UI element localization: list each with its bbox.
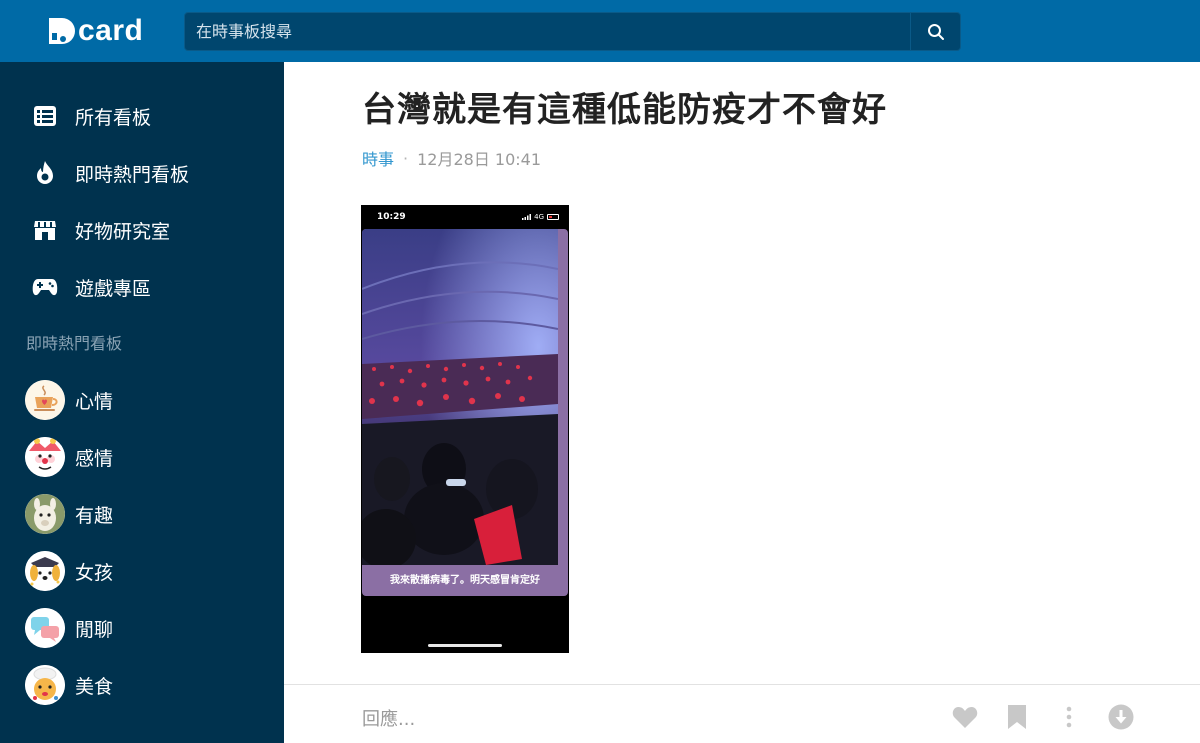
logo-text: card <box>78 14 144 47</box>
nav-trending-forums[interactable]: 即時熱門看板 <box>0 148 284 198</box>
board-relationship[interactable]: 感情 <box>0 432 284 482</box>
post-meta: 時事 · 12月28日 10:41 <box>362 146 541 170</box>
heart-icon[interactable] <box>951 703 979 731</box>
board-label: 感情 <box>75 447 114 470</box>
nav-label: 好物研究室 <box>75 220 171 243</box>
nav-all-forums[interactable]: 所有看板 <box>0 91 284 141</box>
dog-avatar <box>25 551 65 591</box>
download-icon[interactable] <box>1107 703 1135 731</box>
gamepad-icon <box>32 274 58 300</box>
alpaca-avatar <box>25 494 65 534</box>
concert-photo <box>362 229 558 565</box>
dcard-logo[interactable]: card <box>46 14 143 48</box>
list-icon <box>32 103 58 129</box>
board-chat[interactable]: 閒聊 <box>0 603 284 653</box>
chef-avatar <box>25 665 65 705</box>
nav-game-zone[interactable]: 遊戲專區 <box>0 262 284 312</box>
phone-status-time: 10:29 <box>377 212 406 222</box>
clown-avatar <box>25 437 65 477</box>
search-input[interactable] <box>185 13 910 50</box>
post-view: 台灣就是有這種低能防疫才不會好 時事 · 12月28日 10:41 10:29 … <box>284 62 1200 743</box>
search-button[interactable] <box>910 13 960 50</box>
meta-separator: · <box>403 148 409 168</box>
signal-icon <box>522 214 532 220</box>
board-label: 女孩 <box>75 561 114 584</box>
nav-label: 所有看板 <box>75 106 152 129</box>
reply-bar: 回應... <box>284 684 1200 743</box>
reply-input[interactable]: 回應... <box>362 705 415 731</box>
phone-home-indicator <box>428 644 502 647</box>
board-label: 閒聊 <box>75 618 114 641</box>
post-forum-link[interactable]: 時事 <box>362 146 394 170</box>
network-label: 4G <box>534 213 544 221</box>
store-icon <box>32 217 58 243</box>
board-funny[interactable]: 有趣 <box>0 489 284 539</box>
post-image[interactable]: 10:29 4G 我來散播病毒了。明天感冒肯定好 <box>361 205 569 653</box>
nav-label: 即時熱門看板 <box>75 163 190 186</box>
dcard-logo-mark <box>49 18 75 44</box>
search-box <box>184 12 961 51</box>
board-label: 心情 <box>75 390 114 413</box>
board-girl[interactable]: 女孩 <box>0 546 284 596</box>
coffee-cup-avatar <box>25 380 65 420</box>
nav-label: 遊戲專區 <box>75 277 152 300</box>
sidebar: 所有看板 即時熱門看板 好物研究室 遊戲專區 即時熱門看板 心情 感情 有趣 女… <box>0 62 284 743</box>
video-frame: 我來散播病毒了。明天感冒肯定好 <box>362 229 568 596</box>
top-bar: card <box>0 0 1200 62</box>
flame-icon <box>32 160 58 186</box>
chat-bubbles-avatar <box>25 608 65 648</box>
trending-section-title: 即時熱門看板 <box>26 334 123 353</box>
board-food[interactable]: 美食 <box>0 660 284 710</box>
search-icon <box>927 23 944 40</box>
board-label: 美食 <box>75 675 114 698</box>
post-title: 台灣就是有這種低能防疫才不會好 <box>362 90 887 130</box>
more-vertical-icon[interactable] <box>1055 703 1083 731</box>
bookmark-icon[interactable] <box>1003 703 1031 731</box>
board-mood[interactable]: 心情 <box>0 375 284 425</box>
board-label: 有趣 <box>75 504 114 527</box>
battery-icon <box>547 214 559 220</box>
phone-status-icons: 4G <box>522 213 559 221</box>
post-timestamp: 12月28日 10:41 <box>417 150 542 169</box>
video-caption: 我來散播病毒了。明天感冒肯定好 <box>390 575 540 586</box>
nav-goods-lab[interactable]: 好物研究室 <box>0 205 284 255</box>
